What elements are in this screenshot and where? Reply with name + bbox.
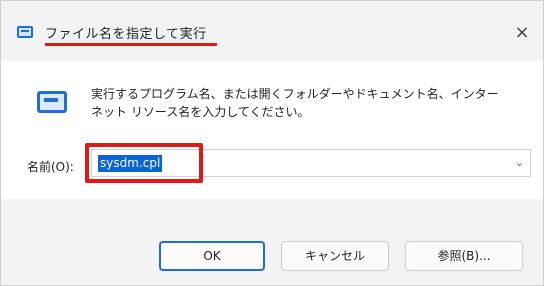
title-red-underline bbox=[45, 43, 217, 46]
cancel-button[interactable]: キャンセル bbox=[281, 241, 389, 271]
dialog-body: 実行するプログラム名、または開くフォルダーやドキュメント名、インター ネット リ… bbox=[1, 61, 543, 199]
ok-button[interactable]: OK bbox=[159, 241, 265, 271]
button-bar: OK キャンセル 参照(B)... bbox=[1, 199, 543, 285]
description-text: 実行するプログラム名、または開くフォルダーやドキュメント名、インター ネット リ… bbox=[91, 85, 521, 121]
window-title: ファイル名を指定して実行 bbox=[45, 27, 207, 42]
description-line-2: ネット リソース名を入力してください。 bbox=[91, 105, 310, 119]
browse-button[interactable]: 参照(B)... bbox=[405, 241, 523, 271]
description-line-1: 実行するプログラム名、または開くフォルダーやドキュメント名、インター bbox=[91, 87, 499, 101]
title-bar: ファイル名を指定して実行 × bbox=[1, 1, 543, 61]
input-red-highlight-box bbox=[85, 143, 203, 183]
chevron-down-icon[interactable]: ⌄ bbox=[515, 156, 524, 169]
run-dialog: ファイル名を指定して実行 × 実行するプログラム名、または開くフォルダーやドキュ… bbox=[0, 0, 544, 286]
run-program-icon bbox=[37, 91, 67, 113]
run-dialog-icon bbox=[17, 26, 33, 38]
open-label: 名前(O): bbox=[27, 160, 74, 174]
close-button[interactable]: × bbox=[511, 23, 533, 45]
